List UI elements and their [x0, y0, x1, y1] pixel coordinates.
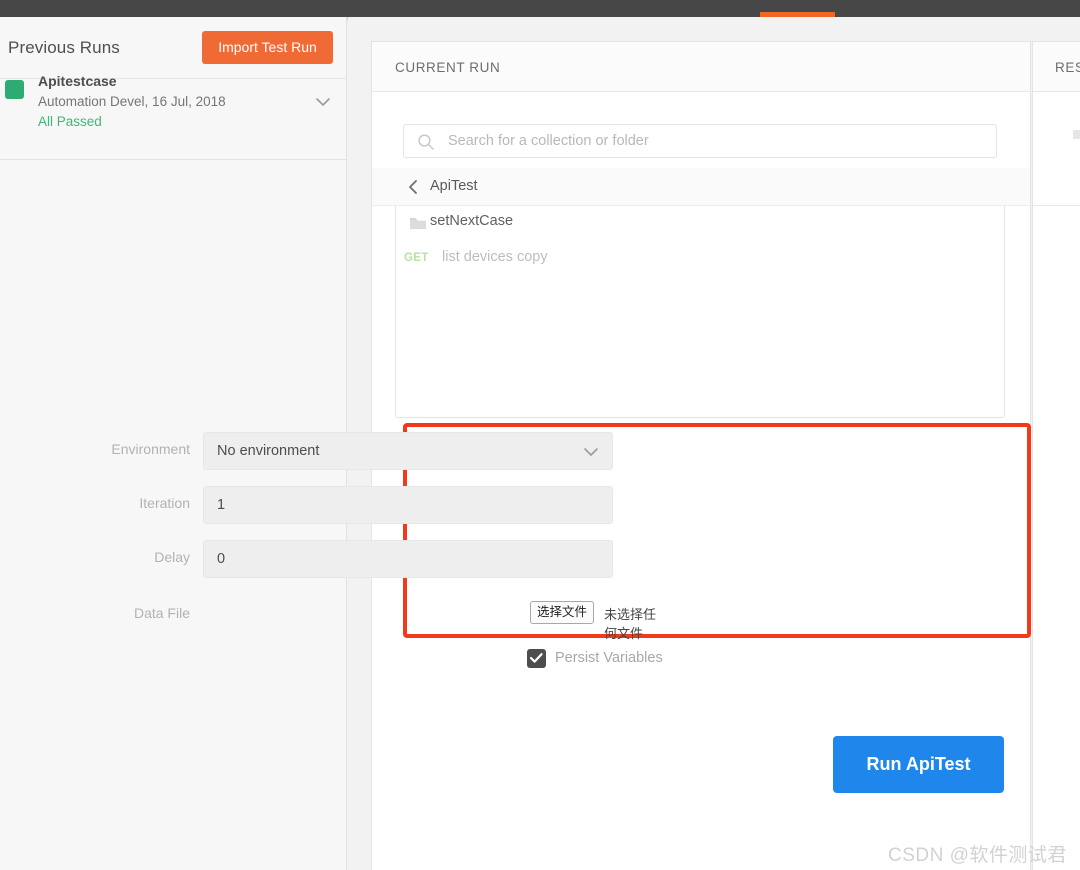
data-file-label: Data File [133, 605, 190, 621]
data-file-row: Data File 选择文件 未选择任何文件 [0, 601, 660, 641]
list-item-label: setNextCase [430, 213, 514, 229]
search-input[interactable] [446, 125, 986, 157]
sidebar-header: Previous Runs Import Test Run [0, 17, 346, 79]
import-test-run-button[interactable]: Import Test Run [202, 31, 333, 64]
breadcrumb[interactable]: ApiTest [372, 168, 1030, 206]
delay-value: 0 [217, 551, 226, 567]
delay-row: Delay 0 [0, 540, 660, 578]
run-collection-button[interactable]: Run ApiTest [833, 736, 1004, 793]
chevron-down-icon [582, 445, 600, 459]
list-item-label: list devices copy [442, 249, 548, 265]
delay-input[interactable]: 0 [203, 540, 613, 578]
collection-search-box[interactable] [403, 124, 997, 158]
chevron-left-icon[interactable] [407, 179, 421, 195]
folder-icon [409, 216, 427, 231]
run-name: Apitestcase [38, 73, 117, 89]
current-run-title: CURRENT RUN [395, 60, 501, 75]
status-badge: All Passed [38, 114, 102, 129]
chevron-down-icon[interactable] [314, 93, 332, 111]
collection-list: setNextCase GET list devices copy [395, 206, 1005, 418]
results-panel: RESULTS [1032, 41, 1080, 870]
results-placeholder-bar [1073, 130, 1080, 139]
iteration-row: Iteration 1 [0, 486, 660, 524]
results-panel-header: RESULTS [1033, 42, 1080, 92]
iteration-label: Iteration [139, 495, 190, 511]
iteration-value: 1 [217, 497, 226, 513]
iteration-input[interactable]: 1 [203, 486, 613, 524]
list-item[interactable]: setNextCase [396, 206, 1004, 242]
breadcrumb-label: ApiTest [430, 178, 478, 194]
run-status-swatch [5, 80, 24, 99]
run-details: Automation Devel, 16 Jul, 2018 [38, 94, 226, 109]
watermark: CSDN @软件测试君 [888, 845, 1067, 866]
page-title: Previous Runs [8, 38, 120, 57]
http-method-badge: GET [404, 252, 429, 264]
environment-label: Environment [111, 441, 190, 457]
current-run-panel-header: CURRENT RUN [372, 42, 1030, 92]
app-titlebar [0, 0, 1080, 17]
results-title: RESULTS [1055, 60, 1080, 75]
delay-label: Delay [154, 549, 190, 565]
environment-row: Environment No environment [0, 432, 660, 470]
search-icon [417, 133, 435, 151]
data-file-status: 未选择任何文件 [604, 607, 657, 641]
persist-variables-label: Persist Variables [555, 650, 663, 666]
environment-select[interactable]: No environment [203, 432, 613, 470]
app-root: Previous Runs Import Test Run Apitestcas… [0, 0, 1080, 870]
results-divider [1033, 205, 1080, 206]
list-item[interactable]: GET list devices copy [396, 242, 1004, 278]
persist-variables-checkbox[interactable] [527, 649, 546, 668]
environment-value: No environment [217, 443, 320, 459]
choose-file-button[interactable]: 选择文件 [530, 601, 595, 624]
